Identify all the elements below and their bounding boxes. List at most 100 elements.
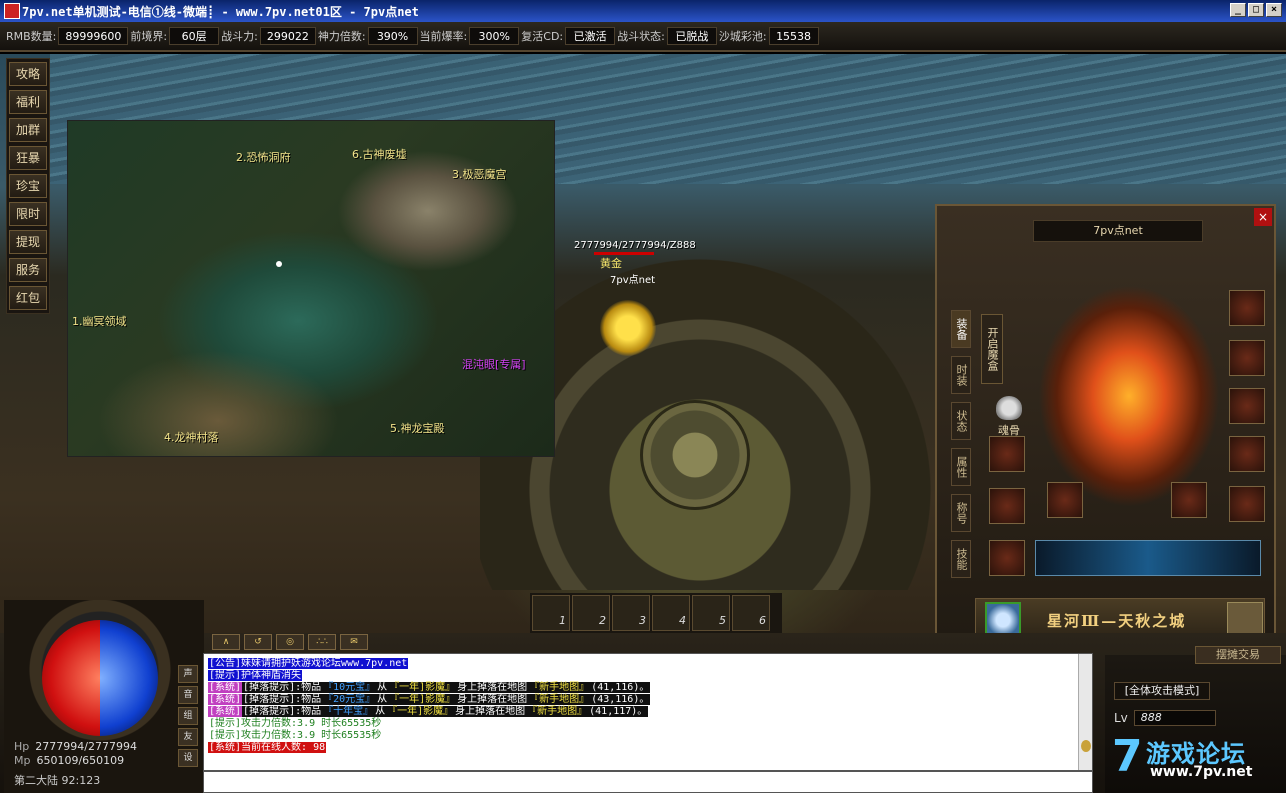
tab-titles[interactable]: 称号 [951,494,971,532]
equip-slot-medal[interactable] [1229,290,1265,326]
skill-slot-3[interactable]: 3 [612,595,650,631]
menu-treasure-button[interactable]: 珍宝 [9,174,47,198]
tab-equipment[interactable]: 装备 [951,310,971,348]
friends-icon[interactable]: 友 [178,728,198,746]
chat-scrollbar[interactable] [1078,654,1092,770]
chat-expand-button[interactable]: ∧ [212,634,240,650]
stat-jackpot: 沙城彩池: 15538 [719,27,819,45]
stall-trade-button[interactable]: 摆摊交易 [1195,646,1281,664]
equip-slot-weapon[interactable] [1035,540,1261,576]
chat-buttons: ∧ ↺ ◎ ∴∴ ✉ [212,634,368,650]
skill-slot-1[interactable]: 1 [532,595,570,631]
tab-skills[interactable]: 技能 [951,540,971,578]
stat-revive-cd: 复活CD: 已激活 [521,27,616,45]
stat-rmb: RMB数量: 89999600 [6,27,129,45]
menu-redpacket-button[interactable]: 红包 [9,286,47,310]
menu-rage-button[interactable]: 狂暴 [9,146,47,170]
group-icon[interactable]: 组 [178,707,198,725]
maximize-button[interactable]: □ [1248,3,1264,17]
equip-slot-necklace[interactable] [1229,388,1265,424]
hud-side-icons: 声 音 组 友 设 [178,665,200,767]
map-location-netherworld[interactable]: 1.幽冥领域 [72,313,127,329]
skill-slot-6[interactable]: 6 [732,595,770,631]
chat-segment: [提示]攻击力倍数:3.9 时长65535秒 [209,718,382,729]
stat-label: 战斗状态: [617,30,665,43]
chat-segment: [系统] [208,694,243,705]
hp-label: Hp [14,740,30,753]
music-icon[interactable]: 音 [178,686,198,704]
chat-line: [提示]护体神盾消失 [208,670,1088,682]
skull-icon [996,396,1022,420]
minimize-button[interactable]: _ [1230,3,1246,17]
close-button[interactable]: × [1266,3,1282,17]
window-titlebar: 7pv.net单机测试-电信①线-微端┋ - www.7pv.net01区 - … [0,0,1286,22]
chat-segment: 『十年宝』 [322,706,375,717]
map-location-fear-cave[interactable]: 2.恐怖洞府 [236,149,291,165]
skill-slot-2[interactable]: 2 [572,595,610,631]
chat-segment: 『一年]影魔』 [388,682,457,693]
mp-label: Mp [14,754,31,767]
stat-label: 复活CD: [521,30,564,43]
stat-label: 战斗力: [221,30,258,43]
settings-icon[interactable]: 设 [178,749,198,767]
menu-join-group-button[interactable]: 加群 [9,118,47,142]
chat-segment: 从 [374,706,387,717]
equip-slot-ring-left[interactable] [989,488,1025,524]
chat-segment: 『新手地图』 [528,682,591,693]
equip-slot-ring-right[interactable] [1229,486,1265,522]
tab-fashion[interactable]: 时装 [951,356,971,394]
zone-name: 星河Ⅲ—天秋之城 [1047,612,1187,630]
equip-slot-belt[interactable] [1171,482,1207,518]
stat-drop-rate: 当前爆率: 300% [420,27,520,45]
tab-status[interactable]: 状态 [951,402,971,440]
character-portrait [1035,278,1223,514]
chat-segment: [掉落提示]:物品 [242,694,323,705]
map-location-chaos-eye[interactable]: 混沌眼[专属] [462,356,526,372]
menu-welfare-button[interactable]: 福利 [9,90,47,114]
map-location-dragon-palace[interactable]: 5.神龙宝殿 [390,420,445,436]
stat-value: 390% [367,27,418,45]
chat-segment: (43,116)。 [590,694,651,705]
mail-icon[interactable]: ✉ [340,634,368,650]
skill-slot-4[interactable]: 4 [652,595,690,631]
chat-segment: 『一年]影魔』 [386,706,455,717]
chat-input[interactable] [203,771,1093,793]
skill-slot-5[interactable]: 5 [692,595,730,631]
chat-line: [公告]妹妹请拥护妖游戏论坛www.7pv.net [208,658,1088,670]
equip-slot-bracelet-right[interactable] [1229,436,1265,472]
equip-slot-boots[interactable] [1047,482,1083,518]
menu-withdraw-button[interactable]: 提现 [9,230,47,254]
soulbone-slot[interactable]: 魂骨 [991,396,1027,438]
menu-service-button[interactable]: 服务 [9,258,47,282]
watermark-logo: 7 [1112,731,1143,782]
chat-log[interactable]: [公告]妹妹请拥护妖游戏论坛www.7pv.net [提示]护体神盾消失 [系统][… [203,653,1093,771]
chat-scroll-thumb[interactable] [1081,740,1091,752]
player-character[interactable]: 2777994/2777994/Z888 黄金 7pv点net [574,240,714,356]
world-map[interactable]: 2.恐怖洞府 6.古神废墟 3.极恶魔宫 1.幽冥领域 混沌眼[专属] 5.神龙… [67,120,555,457]
equip-slot-bracelet-left[interactable] [989,436,1025,472]
map-location-evil-palace[interactable]: 3.极恶魔宫 [452,166,507,182]
chat-channel-button[interactable]: ◎ [276,634,304,650]
equip-slot-gem[interactable] [989,540,1025,576]
watermark-url: www.7pv.net [1150,764,1253,780]
map-location-dragon-village[interactable]: 4.龙神村落 [164,429,219,445]
chat-segment: [系统] [208,706,243,717]
sound-icon[interactable]: 声 [178,665,198,683]
equip-panel-title: 7pv点net [1033,220,1203,242]
attack-mode-button[interactable]: [全体攻击模式] [1114,682,1210,700]
chat-line: [系统] [掉落提示]:物品 『10元宝』从『一年]影魔』 身上掉落在地图 『新手地图』… [208,682,1088,694]
equip-slot-helmet[interactable] [1229,340,1265,376]
chat-line: [系统] [掉落提示]:物品 『十年宝』从『一年]影魔』 身上掉落在地图 『新手地图』(… [208,706,1088,718]
stat-label: 神力倍数: [317,30,366,43]
chat-segment: (41,117)。 [588,706,649,717]
tab-attributes[interactable]: 属性 [951,448,971,486]
player-hp-readout: 2777994/2777994/Z888 [574,240,696,251]
map-location-ancient-ruins[interactable]: 6.古神废墟 [352,146,407,162]
equip-close-button[interactable]: × [1254,208,1272,226]
menu-limited-button[interactable]: 限时 [9,202,47,226]
menu-guide-button[interactable]: 攻略 [9,62,47,86]
side-menu: 攻略 福利 加群 狂暴 珍宝 限时 提现 服务 红包 [6,58,50,314]
chat-refresh-button[interactable]: ↺ [244,634,272,650]
chat-group-button[interactable]: ∴∴ [308,634,336,650]
open-magic-box-button[interactable]: 开启魔盒 [981,314,1003,384]
